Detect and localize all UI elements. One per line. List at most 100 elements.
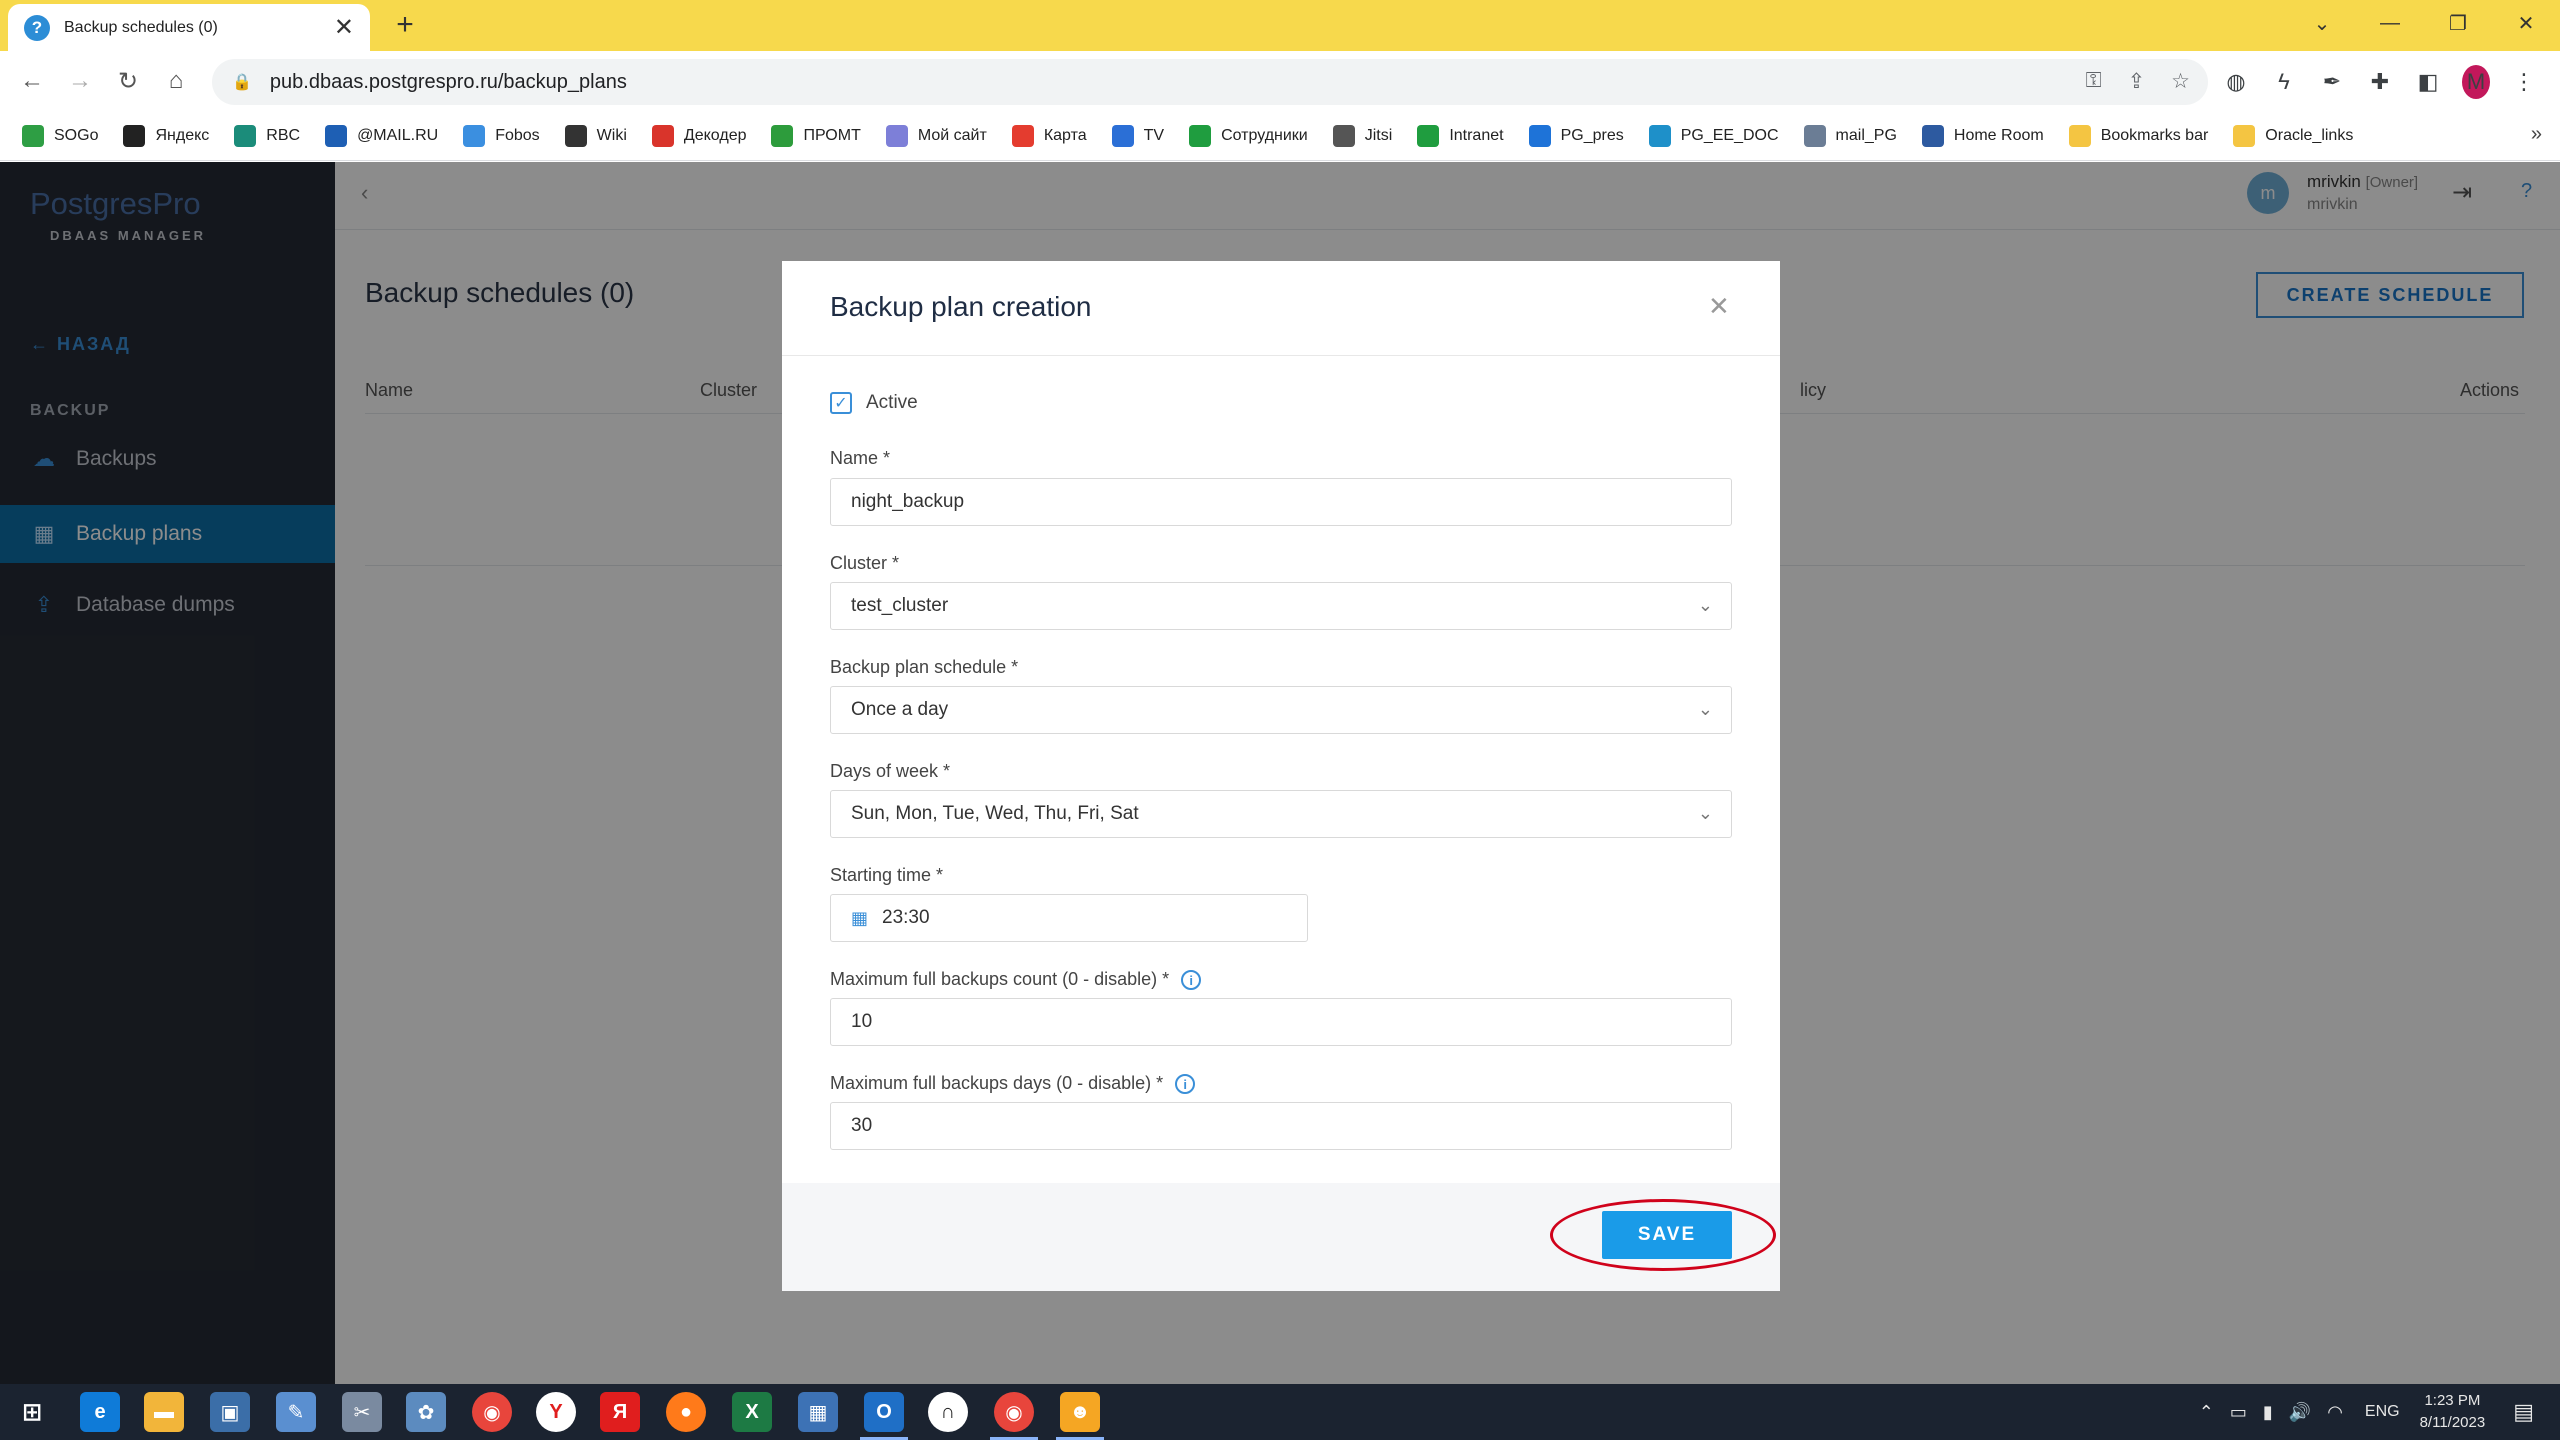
volume-icon[interactable]: 🔊 bbox=[2289, 1402, 2311, 1423]
active-checkbox-row[interactable]: ✓ Active bbox=[830, 392, 918, 414]
calculator-icon[interactable]: ▦ bbox=[798, 1392, 838, 1432]
yandex-browser-icon[interactable]: Y bbox=[536, 1392, 576, 1432]
bookmark-icon bbox=[22, 124, 44, 147]
bookmark-item[interactable]: Intranet bbox=[1417, 124, 1504, 147]
feather-extension-icon[interactable]: ✒ bbox=[2318, 69, 2346, 95]
chevron-down-icon: ⌄ bbox=[1697, 803, 1713, 823]
chevron-up-icon[interactable]: ⌃ bbox=[2199, 1402, 2214, 1423]
app-icon[interactable]: ∩ bbox=[928, 1392, 968, 1432]
system-tray: ⌃ ▭ ▮ 🔊 ◠ ENG 1:23 PM 8/11/2023 ▤ bbox=[2199, 1384, 2560, 1440]
bookmark-item[interactable]: Bookmarks bar bbox=[2068, 124, 2209, 147]
globe-extension-icon[interactable]: ◍ bbox=[2222, 69, 2250, 95]
bookmark-item[interactable]: TV bbox=[1111, 124, 1164, 147]
info-icon[interactable]: i bbox=[1181, 970, 1202, 991]
snipping-icon[interactable]: ✂ bbox=[342, 1392, 382, 1432]
bookmark-label: Wiki bbox=[596, 126, 627, 144]
share-icon[interactable]: ⇪ bbox=[2128, 69, 2146, 94]
bookmark-icon bbox=[564, 124, 587, 147]
tab-search-icon[interactable]: ⌄ bbox=[2288, 0, 2356, 46]
bookmark-icon bbox=[123, 124, 146, 147]
forward-arrow-icon[interactable]: → bbox=[62, 63, 98, 99]
new-tab-button[interactable]: + bbox=[388, 8, 422, 42]
bookmark-item[interactable]: Сотрудники bbox=[1189, 124, 1308, 147]
bookmark-item[interactable]: PG_EE_DOC bbox=[1648, 124, 1779, 147]
bookmark-item[interactable]: PG_pres bbox=[1528, 124, 1624, 147]
time-value: 23:30 bbox=[882, 907, 930, 928]
address-bar[interactable]: 🔒 pub.dbaas.postgrespro.ru/backup_plans … bbox=[212, 59, 2208, 105]
days-select[interactable]: Sun, Mon, Tue, Wed, Thu, Fri, Sat ⌄ bbox=[830, 790, 1732, 838]
info-icon[interactable]: i bbox=[1175, 1074, 1196, 1095]
window-controls: ⌄ — ❐ ✕ bbox=[2288, 0, 2560, 46]
back-arrow-icon[interactable]: ← bbox=[14, 63, 50, 99]
schedule-select[interactable]: Once a day ⌄ bbox=[830, 686, 1732, 734]
bookmark-icon bbox=[1648, 124, 1671, 147]
wifi-icon[interactable]: ◠ bbox=[2327, 1402, 2343, 1423]
bookmark-label: Мой сайт bbox=[917, 126, 987, 144]
bookmark-item[interactable]: @MAIL.RU bbox=[325, 124, 438, 147]
max-days-input[interactable]: 30 bbox=[830, 1102, 1732, 1150]
window-close-icon[interactable]: ✕ bbox=[2492, 0, 2560, 46]
outlook-icon[interactable]: O bbox=[860, 1392, 908, 1440]
bookmark-item[interactable]: Декодер bbox=[651, 124, 746, 147]
notepad-icon[interactable]: ✎ bbox=[276, 1392, 316, 1432]
bookmark-icon bbox=[651, 124, 674, 147]
bookmark-item[interactable]: SOGo bbox=[22, 124, 98, 147]
days-label: Days of week * bbox=[830, 761, 951, 781]
file-explorer-icon[interactable]: ▬ bbox=[144, 1392, 184, 1432]
max-count-input[interactable]: 10 bbox=[830, 998, 1732, 1046]
game-icon[interactable]: ☻ bbox=[1056, 1392, 1104, 1440]
backup-plan-dialog: Backup plan creation ✕ ✓ Active Name * n… bbox=[782, 261, 1780, 1291]
puzzle-extensions-icon[interactable]: ✚ bbox=[2366, 69, 2394, 95]
notification-icon[interactable]: ▤ bbox=[2513, 1399, 2534, 1425]
cluster-select[interactable]: test_cluster ⌄ bbox=[830, 582, 1732, 630]
bookmark-star-icon[interactable]: ☆ bbox=[2171, 69, 2190, 94]
windows-start-icon[interactable]: ⊞ bbox=[12, 1392, 52, 1432]
active-checkbox[interactable]: ✓ bbox=[830, 392, 852, 414]
bookmark-label: Bookmarks bar bbox=[2100, 126, 2209, 144]
bookmark-item[interactable]: Fobos bbox=[463, 124, 540, 147]
key-icon[interactable]: ⚿ bbox=[2086, 69, 2102, 94]
tab-close-icon[interactable]: ✕ bbox=[334, 15, 354, 40]
side-panel-icon[interactable]: ◧ bbox=[2414, 69, 2442, 95]
bookmarks-overflow-icon[interactable]: » bbox=[2531, 123, 2542, 146]
firefox-icon[interactable]: ● bbox=[666, 1392, 706, 1432]
reload-icon[interactable]: ↻ bbox=[110, 63, 146, 99]
lightning-extension-icon[interactable]: ϟ bbox=[2270, 69, 2298, 95]
bookmark-icon bbox=[2233, 124, 2256, 147]
language-indicator[interactable]: ENG bbox=[2365, 1403, 2400, 1421]
name-input[interactable]: night_backup bbox=[830, 478, 1732, 526]
bookmark-item[interactable]: RBC bbox=[234, 124, 300, 147]
store-icon[interactable]: ▣ bbox=[210, 1392, 250, 1432]
clock[interactable]: 1:23 PM 8/11/2023 bbox=[2420, 1390, 2486, 1434]
bookmark-item[interactable]: mail_PG bbox=[1803, 124, 1897, 147]
url-text[interactable]: pub.dbaas.postgrespro.ru/backup_plans bbox=[270, 71, 627, 94]
menu-dots-icon[interactable]: ⋮ bbox=[2510, 69, 2538, 95]
minimize-icon[interactable]: — bbox=[2356, 0, 2424, 46]
bookmark-item[interactable]: Яндекс bbox=[123, 124, 209, 147]
bookmark-item[interactable]: Wiki bbox=[564, 124, 627, 147]
bookmark-item[interactable]: ПРОМТ bbox=[771, 124, 861, 147]
tray-app-icon[interactable]: ▭ bbox=[2230, 1402, 2247, 1423]
bookmark-item[interactable]: Карта bbox=[1011, 124, 1087, 147]
profile-avatar[interactable]: M bbox=[2462, 65, 2490, 99]
battery-icon[interactable]: ▮ bbox=[2263, 1402, 2273, 1423]
paint-icon[interactable]: ✿ bbox=[406, 1392, 446, 1432]
bookmark-item[interactable]: Jitsi bbox=[1332, 124, 1392, 147]
chevron-down-icon: ⌄ bbox=[1697, 699, 1713, 719]
edge-icon[interactable]: e bbox=[80, 1392, 120, 1432]
restore-icon[interactable]: ❐ bbox=[2424, 0, 2492, 46]
bookmark-label: PG_EE_DOC bbox=[1680, 126, 1779, 144]
bookmark-item[interactable]: Oracle_links bbox=[2233, 124, 2353, 147]
bookmark-item[interactable]: Home Room bbox=[1921, 124, 2044, 147]
lock-icon[interactable]: 🔒 bbox=[232, 72, 252, 92]
yandex-icon[interactable]: Я bbox=[600, 1392, 640, 1432]
time-picker[interactable]: ▦ 23:30 bbox=[830, 894, 1308, 942]
bookmark-item[interactable]: Мой сайт bbox=[885, 124, 987, 147]
bookmark-label: Сотрудники bbox=[1221, 126, 1308, 144]
close-icon[interactable]: ✕ bbox=[1708, 291, 1730, 322]
home-icon[interactable]: ⌂ bbox=[158, 63, 194, 99]
chrome-active-icon[interactable]: ◉ bbox=[990, 1392, 1038, 1440]
excel-icon[interactable]: X bbox=[732, 1392, 772, 1432]
chrome-icon[interactable]: ◉ bbox=[472, 1392, 512, 1432]
browser-tab[interactable]: ? Backup schedules (0) ✕ bbox=[8, 4, 370, 51]
